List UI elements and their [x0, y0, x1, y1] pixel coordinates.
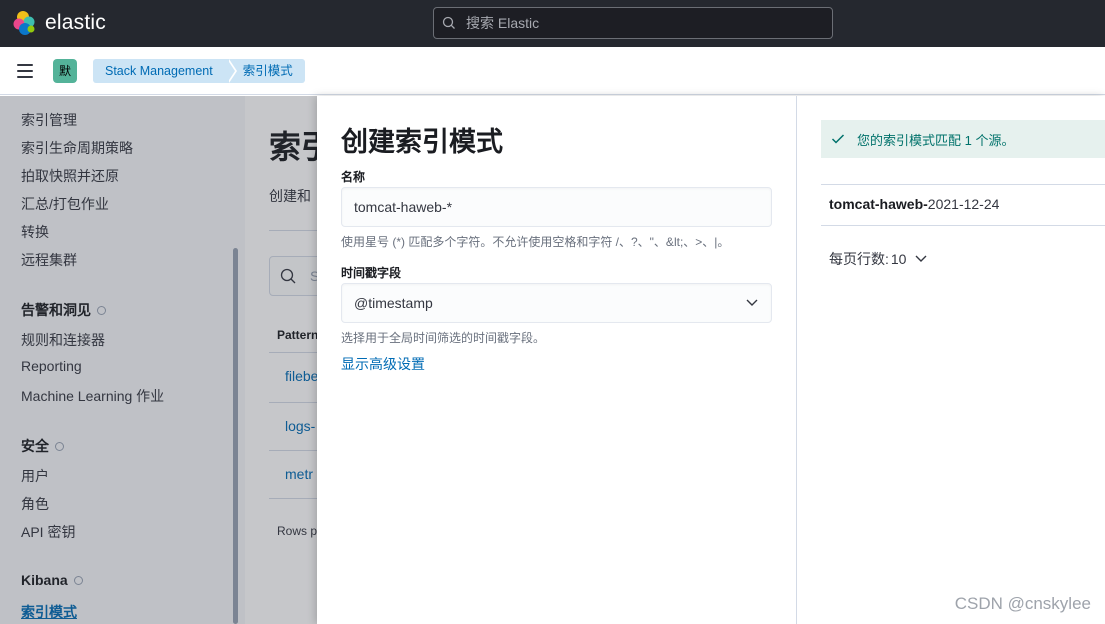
check-icon	[831, 134, 845, 144]
space-avatar[interactable]: 默	[53, 59, 77, 83]
chevron-down-icon	[746, 299, 758, 306]
chevron-down-icon	[915, 255, 927, 262]
name-label: 名称	[341, 170, 366, 184]
name-help-text: 使用星号 (*) 匹配多个字符。不允许使用空格和字符 /、?、"、&lt;、>、…	[341, 235, 730, 249]
source-suffix: 2021-12-24	[927, 196, 1000, 212]
show-advanced-settings-link[interactable]: 显示高级设置	[341, 354, 425, 374]
divider	[821, 225, 1105, 226]
elastic-logo-icon	[13, 11, 35, 35]
breadcrumb-stack-management[interactable]: Stack Management	[93, 59, 237, 83]
create-index-pattern-flyout: 创建索引模式 名称 使用星号 (*) 匹配多个字符。不允许使用空格和字符 /、?…	[317, 96, 1105, 624]
breadcrumb: Stack Management 索引模式	[93, 59, 305, 83]
app-header: 默 Stack Management 索引模式	[0, 47, 1105, 95]
rows-per-page-value: 10	[890, 251, 907, 267]
name-input[interactable]	[341, 187, 772, 227]
timestamp-select[interactable]: @timestamp	[341, 283, 772, 323]
rows-per-page-control[interactable]: 每页行数: 10	[829, 249, 928, 269]
top-nav-bar: elastic 搜索 Elastic	[0, 0, 1105, 47]
timestamp-value: @timestamp	[354, 295, 433, 311]
brand-name: elastic	[45, 11, 106, 34]
match-callout: 您的索引模式匹配 1 个源。	[821, 120, 1105, 158]
matched-source-row: tomcat-haweb-2021-12-24	[829, 196, 999, 212]
breadcrumb-label: Stack Management	[105, 64, 213, 78]
watermark: CSDN @cnskylee	[954, 594, 1091, 613]
search-placeholder: 搜索 Elastic	[466, 15, 540, 31]
global-search-input[interactable]: 搜索 Elastic	[433, 7, 833, 39]
timestamp-help-text: 选择用于全局时间筛选的时间戳字段。	[341, 331, 546, 345]
rows-per-page-label: 每页行数:	[829, 251, 889, 267]
flyout-form: 创建索引模式 名称 使用星号 (*) 匹配多个字符。不允许使用空格和字符 /、?…	[317, 96, 797, 624]
breadcrumb-index-patterns: 索引模式	[226, 59, 305, 83]
callout-text: 您的索引模式匹配 1 个源。	[857, 132, 1015, 148]
search-icon	[442, 16, 455, 29]
source-match-prefix: tomcat-haweb-	[829, 196, 928, 212]
elastic-logo[interactable]: elastic	[12, 10, 106, 36]
flyout-title: 创建索引模式	[341, 127, 503, 157]
menu-toggle-icon[interactable]	[17, 64, 33, 78]
flyout-preview: 您的索引模式匹配 1 个源。 tomcat-haweb-2021-12-24 每…	[797, 96, 1105, 624]
timestamp-label: 时间戳字段	[341, 266, 402, 280]
divider	[821, 184, 1105, 185]
